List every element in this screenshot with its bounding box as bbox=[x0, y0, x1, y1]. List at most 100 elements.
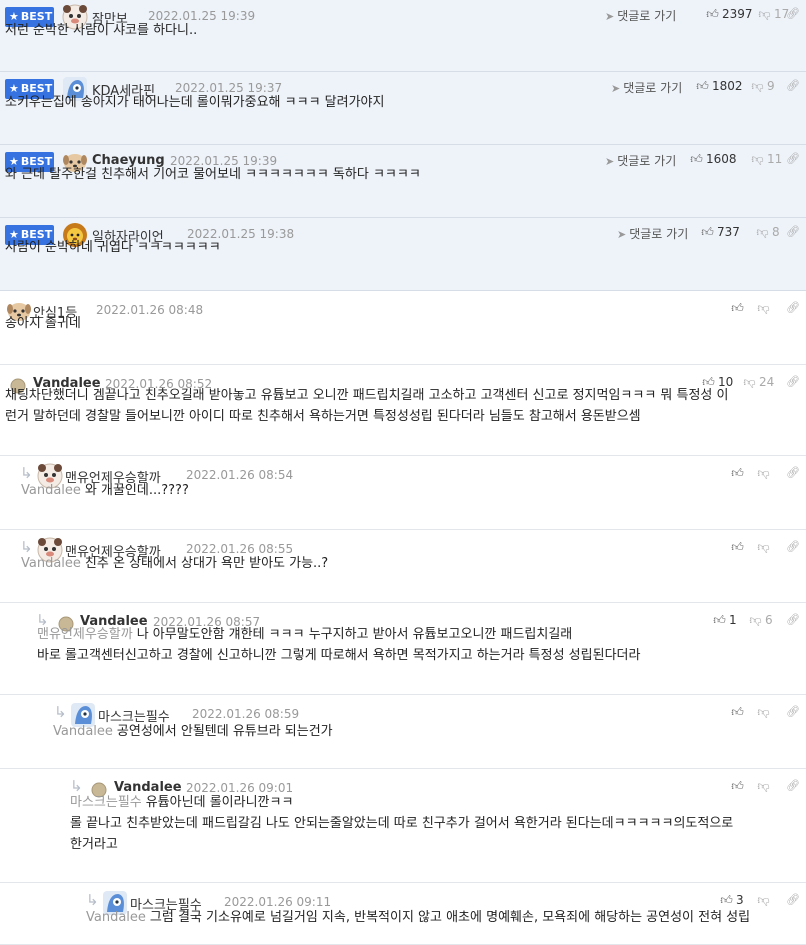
paper-plane-icon: ➤ bbox=[611, 82, 621, 95]
goto-comment-link[interactable]: ➤ 댓글로 가기 bbox=[605, 7, 676, 24]
comment: ↳ Vandalee 2022.01.26 08:57 👍︎ 1 👎︎ 6 🔗︎ 맨유언제우승할… bbox=[0, 603, 806, 695]
thumbs-down-icon: 👎︎ bbox=[757, 466, 770, 480]
link-icon[interactable]: 🔗︎ bbox=[786, 79, 800, 92]
goto-label: 댓글로 가기 bbox=[629, 227, 689, 241]
comment-text: 저런 순박한 사람이 샤코를 하다니.. bbox=[5, 23, 198, 38]
goto-label: 댓글로 가기 bbox=[623, 81, 683, 95]
dislike-count: 6 bbox=[765, 613, 773, 627]
link-icon[interactable]: 🔗︎ bbox=[786, 301, 800, 314]
comment-body: Vandalee 친추 온 상태에서 상대가 욕만 받아도 가능..? bbox=[21, 553, 328, 574]
link-icon[interactable]: 🔗︎ bbox=[786, 779, 800, 792]
dislike-button[interactable]: 👎︎ bbox=[757, 540, 770, 555]
thumbs-up-icon: 👍︎ bbox=[731, 466, 744, 480]
like-button[interactable]: 👍︎ 1 bbox=[713, 613, 737, 628]
thumbs-up-icon: 👍︎ bbox=[731, 779, 744, 793]
thumbs-down-icon: 👎︎ bbox=[749, 613, 762, 627]
best-comment: ★ BEST 잠만보 2022.01.25 19:39 ➤ 댓글로 가기 👍︎ 2397 👎︎ 1… bbox=[0, 0, 806, 72]
reply-arrow-icon: ↳ bbox=[54, 703, 67, 721]
like-count: 1 bbox=[729, 613, 737, 627]
comment-body: 바로 롤고객센터신고하고 경찰에 신고하니깐 그렇게 따로해서 욕하면 목적가지… bbox=[37, 645, 640, 666]
comment-date: 2022.01.26 08:48 bbox=[96, 303, 204, 317]
like-button[interactable]: 👍︎ bbox=[731, 779, 744, 794]
comment-body: Vandalee 그럼 결국 기소유예로 넘길거임 지속, 반복적이지 않고 애초… bbox=[86, 907, 750, 928]
like-count: 3 bbox=[736, 893, 744, 907]
link-icon[interactable]: 🔗︎ bbox=[786, 466, 800, 479]
thumbs-down-icon: 👎︎ bbox=[757, 301, 770, 315]
goto-label: 댓글로 가기 bbox=[617, 154, 677, 168]
dislike-button[interactable]: 👎︎ 17 bbox=[758, 7, 789, 22]
like-count: 1608 bbox=[706, 152, 737, 166]
dislike-button[interactable]: 👎︎ 9 bbox=[751, 79, 775, 94]
goto-comment-link[interactable]: ➤ 댓글로 가기 bbox=[611, 79, 682, 96]
comment: Vandalee 2022.01.26 08:52 👍︎ 10 👎︎ 24 🔗︎ 채팅차단했더… bbox=[0, 365, 806, 456]
comment: ↳ 마스크는필수 2022.01.26 09:11 👍︎ 3 👎︎ 🔗︎ Vandalee 그럼… bbox=[0, 883, 806, 945]
comment-body: Vandalee 와 개꿀인데...???? bbox=[21, 480, 189, 501]
comment-text: 소키우는집에 송아지가 태어나는데 롤이뭐가중요해 ㅋㅋㅋ 달려가야지 bbox=[5, 95, 385, 110]
paper-plane-icon: ➤ bbox=[605, 10, 615, 23]
best-comment: ★ BEST 일하자라이언 2022.01.25 19:38 ➤ 댓글로 가기 👍︎ 737 👎… bbox=[0, 218, 806, 291]
mention-nickname[interactable]: Vandalee bbox=[53, 724, 113, 739]
link-icon[interactable]: 🔗︎ bbox=[786, 152, 800, 165]
comment-text: 와 근데 탈주한걸 친추해서 기어코 물어보네 ㅋㅋㅋㅋㅋㅋㅋ 독하다 ㅋㅋㅋㅋ bbox=[5, 167, 421, 182]
dislike-button[interactable]: 👎︎ bbox=[757, 301, 770, 316]
like-button[interactable]: 👍︎ bbox=[731, 705, 744, 720]
goto-comment-link[interactable]: ➤ 댓글로 가기 bbox=[605, 152, 676, 169]
mention-nickname[interactable]: Vandalee bbox=[21, 483, 81, 498]
dislike-button[interactable]: 👎︎ 11 bbox=[751, 152, 782, 167]
dislike-button[interactable]: 👎︎ bbox=[757, 705, 770, 720]
dislike-button[interactable]: 👎︎ 8 bbox=[756, 225, 780, 240]
dislike-count: 11 bbox=[767, 152, 783, 166]
link-icon[interactable]: 🔗︎ bbox=[786, 893, 800, 906]
dislike-count: 9 bbox=[767, 79, 775, 93]
link-icon[interactable]: 🔗︎ bbox=[786, 225, 800, 238]
comment-body: 사람이 순박하네 귀엽다 ㅋㅋㅋㅋㅋㅋㅋ bbox=[5, 237, 221, 258]
comment-body: 맨유언제우승할까 나 아무말도안함 걔한테 ㅋㅋㅋ 누구지하고 받아서 유튭보고오… bbox=[37, 624, 572, 645]
comment-body: 채팅차단했더니 겜끝나고 친추오길래 받아놓고 유튭보고 오니깐 패드립치길래 … bbox=[5, 385, 728, 406]
mention-nickname[interactable]: 마스크는필수 bbox=[70, 795, 142, 810]
thumbs-up-icon: 👍︎ bbox=[690, 152, 703, 166]
dislike-button[interactable]: 👎︎ 6 bbox=[749, 613, 773, 628]
comment-body: 런거 말하던데 경찰말 들어보니깐 아이디 따로 친추해서 욕하는거면 특정성성… bbox=[5, 406, 641, 427]
thumbs-down-icon: 👎︎ bbox=[757, 779, 770, 793]
like-button[interactable]: 👍︎ 737 bbox=[701, 225, 740, 240]
dislike-button[interactable]: 👎︎ bbox=[757, 779, 770, 794]
comment-body: 저런 순박한 사람이 샤코를 하다니.. bbox=[5, 20, 197, 41]
goto-comment-link[interactable]: ➤ 댓글로 가기 bbox=[617, 225, 688, 242]
comment-text: 사람이 순박하네 귀엽다 ㅋㅋㅋㅋㅋㅋㅋ bbox=[5, 240, 221, 255]
link-icon[interactable]: 🔗︎ bbox=[786, 705, 800, 718]
comment: ↳ Vandalee 2022.01.26 09:01 👍︎ 👎︎ 🔗︎ 마스크는필수 유튭아… bbox=[0, 769, 806, 883]
comment-body: 송아지 졸귀네 bbox=[5, 313, 81, 334]
dislike-count: 8 bbox=[772, 225, 780, 239]
like-button[interactable]: 👍︎ bbox=[731, 540, 744, 555]
link-icon[interactable]: 🔗︎ bbox=[786, 7, 800, 20]
thumbs-up-icon: 👍︎ bbox=[701, 225, 714, 239]
link-icon[interactable]: 🔗︎ bbox=[786, 375, 800, 388]
best-comment: ★ BEST KDA세라핀 2022.01.25 19:37 ➤ 댓글로 가기 👍︎ 1802… bbox=[0, 72, 806, 145]
thumbs-up-icon: 👍︎ bbox=[706, 7, 719, 21]
comment-text: 공연성에서 안될텐데 유튜브라 되는건가 bbox=[116, 724, 333, 739]
like-button[interactable]: 👍︎ 2397 bbox=[706, 7, 752, 22]
link-icon[interactable]: 🔗︎ bbox=[786, 613, 800, 626]
mention-nickname[interactable]: Vandalee bbox=[21, 556, 81, 571]
comment-text: 유튭아닌데 롤이라니깐ㅋㅋ bbox=[145, 795, 294, 810]
thumbs-down-icon: 👎︎ bbox=[757, 705, 770, 719]
mention-nickname[interactable]: 맨유언제우승할까 bbox=[37, 627, 133, 642]
like-button[interactable]: 👍︎ 1608 bbox=[690, 152, 737, 167]
like-button[interactable]: 👍︎ bbox=[731, 301, 744, 316]
comment-text: 채팅차단했더니 겜끝나고 친추오길래 받아놓고 유튭보고 오니깐 패드립치길래 … bbox=[5, 388, 729, 403]
comment-date: 2022.01.26 08:54 bbox=[186, 468, 294, 482]
dislike-button[interactable]: 👎︎ bbox=[757, 893, 770, 908]
comment-header: 안심1등 2022.01.26 08:48 👍︎ 👎︎ 🔗︎ bbox=[0, 301, 806, 321]
dislike-button[interactable]: 👎︎ 24 bbox=[743, 375, 774, 390]
mention-nickname[interactable]: Vandalee bbox=[86, 910, 146, 925]
link-icon[interactable]: 🔗︎ bbox=[786, 540, 800, 553]
comment-text: 롤 끝나고 친추받았는데 패드립갈김 나도 안되는줄알았는데 따로 친구추가 걸… bbox=[70, 816, 734, 831]
dislike-button[interactable]: 👎︎ bbox=[757, 466, 770, 481]
thumbs-down-icon: 👎︎ bbox=[757, 540, 770, 554]
comment-text: 바로 롤고객센터신고하고 경찰에 신고하니깐 그렇게 따로해서 욕하면 목적가지… bbox=[37, 648, 641, 663]
comment-date: 2022.01.26 08:59 bbox=[192, 707, 300, 721]
like-button[interactable]: 👍︎ bbox=[731, 466, 744, 481]
like-button[interactable]: 👍︎ 1802 bbox=[696, 79, 742, 94]
thumbs-down-icon: 👎︎ bbox=[743, 375, 756, 389]
like-button[interactable]: 👍︎ 3 bbox=[720, 893, 744, 908]
